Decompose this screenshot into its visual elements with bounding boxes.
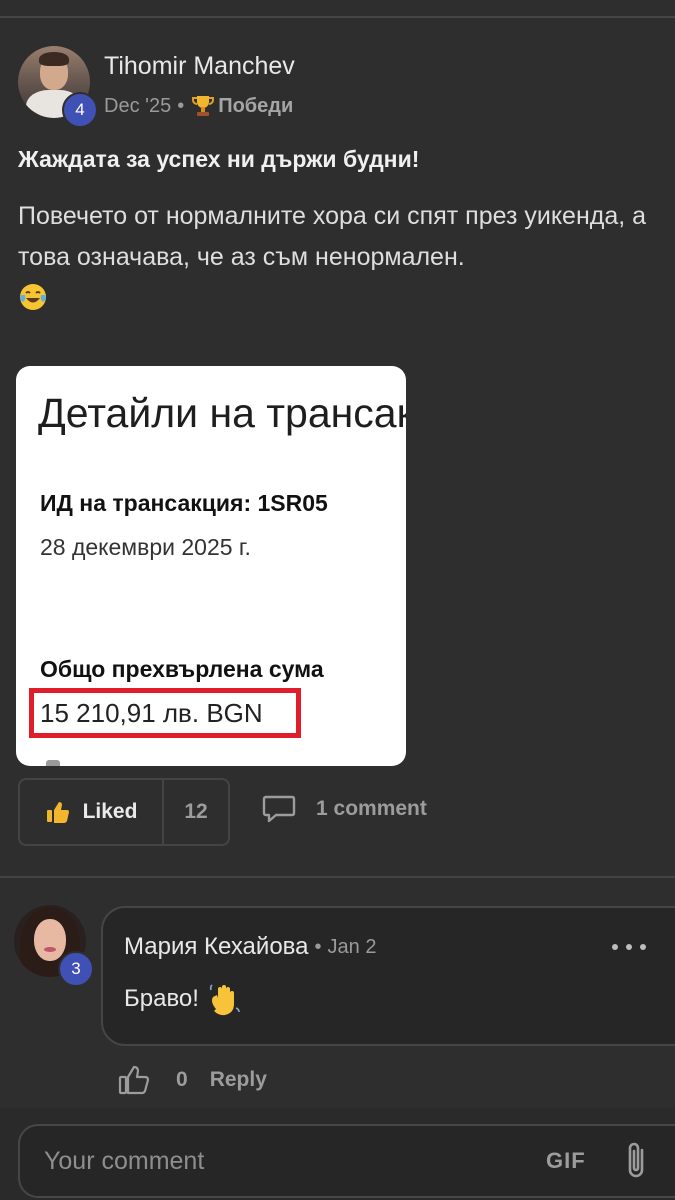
comment-separator: •: [314, 935, 322, 958]
reply-button[interactable]: Reply: [210, 1068, 267, 1092]
like-label: Liked: [82, 800, 138, 823]
post-date: Dec '25: [104, 94, 172, 117]
comment-like-count: 0: [176, 1068, 188, 1091]
paperclip-icon[interactable]: [622, 1140, 652, 1182]
comment-author-name[interactable]: Мария Кехайова: [124, 933, 309, 961]
comment-actions: 0 Reply: [118, 1064, 267, 1096]
trophy-icon: [192, 96, 215, 116]
attachment-date: 28 декември 2025 г.: [40, 534, 251, 560]
commenter-level-badge: 3: [58, 951, 94, 987]
gif-button[interactable]: GIF: [546, 1148, 586, 1174]
tears-of-joy-emoji-icon: [20, 284, 46, 310]
comment-bubble: [101, 906, 675, 1046]
commenter-avatar[interactable]: 3: [14, 905, 94, 987]
thumbs-up-filled-icon: [46, 802, 69, 823]
attachment-title: Детайли на трансакция: [38, 390, 406, 436]
meta-separator: •: [177, 94, 185, 117]
attachment-transaction-id: ИД на трансакция: 1SR05: [40, 490, 328, 516]
like-count[interactable]: 12: [164, 780, 228, 844]
post-title: Жаждата за успех ни държи будни!: [18, 146, 420, 172]
like-button[interactable]: Liked: [20, 780, 164, 844]
post-category[interactable]: Победи: [218, 95, 293, 118]
attachment-amount: 15 210,91 лв. BGN: [40, 698, 263, 728]
comment-text: Браво!: [124, 985, 199, 1012]
top-divider: [0, 16, 675, 18]
like-group: Liked 12: [18, 778, 230, 846]
post-meta: Dec '25 • Победи: [104, 93, 293, 119]
comment-bubble-icon: [262, 795, 296, 823]
attachment-cutoff-mark: [46, 760, 60, 766]
post-body-text: Повечето от нормалните хора си спят през…: [18, 202, 647, 271]
comment-content: Браво!: [124, 982, 241, 1016]
comment-header: Мария Кехайова • Jan 2: [124, 933, 376, 961]
thumbs-up-outline-icon: [118, 1065, 150, 1095]
comment-date: Jan 2: [327, 935, 377, 958]
author-avatar[interactable]: 4: [18, 46, 98, 128]
attachment-total-label: Общо прехвърлена сума: [40, 656, 324, 682]
post-author-name[interactable]: Tihomir Manchev: [104, 52, 295, 81]
author-level-badge: 4: [62, 92, 98, 128]
post-body: Повечето от нормалните хора си спят през…: [18, 196, 668, 319]
comment-count: 1 comment: [316, 797, 427, 820]
comment-input[interactable]: [42, 1142, 526, 1180]
waving-hand-emoji-icon: [209, 984, 240, 1016]
more-options-icon[interactable]: [612, 935, 646, 959]
comment-like-button[interactable]: 0: [118, 1064, 188, 1096]
comments-link[interactable]: 1 comment: [262, 794, 427, 824]
post-attachment-image[interactable]: Детайли на трансакция ИД на трансакция: …: [16, 366, 406, 766]
section-divider: [0, 876, 675, 878]
